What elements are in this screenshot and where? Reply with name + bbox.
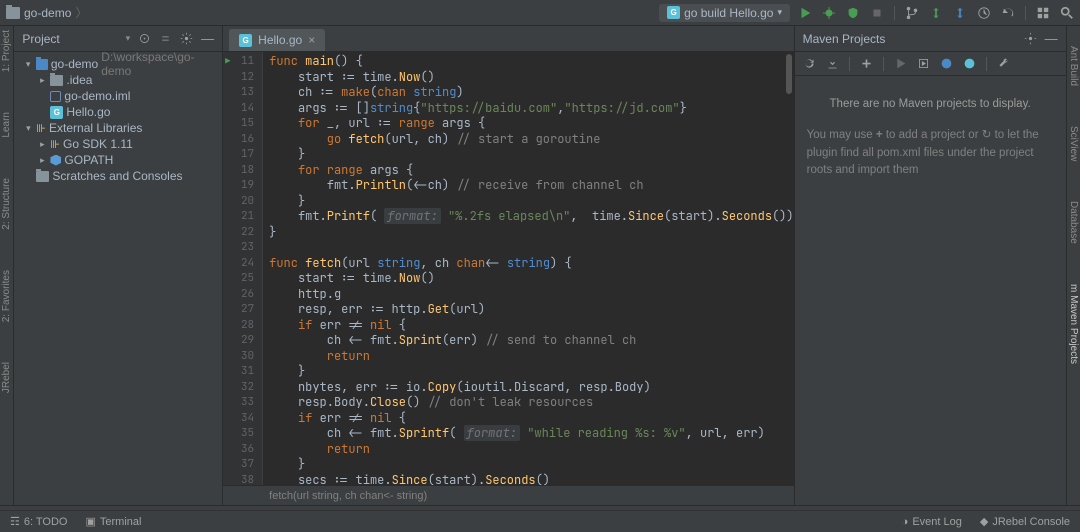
wrench-icon[interactable] xyxy=(997,57,1010,70)
toggle-skip-icon[interactable] xyxy=(940,57,953,70)
hide-icon[interactable]: — xyxy=(1045,31,1058,46)
debug-icon[interactable] xyxy=(822,6,836,20)
chevron-down-icon: ▾ xyxy=(777,7,782,18)
git-commit-icon[interactable] xyxy=(929,6,943,20)
refresh-icon[interactable]: ↻ xyxy=(982,129,992,141)
code-editor[interactable]: ▶ 11121314151617181920212223242526272829… xyxy=(223,52,793,485)
tree-item[interactable]: Scratches and Consoles xyxy=(14,168,222,184)
tree-item[interactable]: ▸⊪Go SDK 1.11 xyxy=(14,136,222,152)
rail-database[interactable]: Database xyxy=(1068,201,1079,244)
offline-icon[interactable] xyxy=(963,57,976,70)
status-jrebel[interactable]: ◆ JRebel Console xyxy=(980,515,1070,528)
maven-hint: You may use + to add a project or ↻ to l… xyxy=(807,127,1054,179)
status-bar: ☶ 6: TODO ▣ Terminal ◑ Event Log ◆ JRebe… xyxy=(0,510,1080,532)
refresh-icon[interactable] xyxy=(803,57,816,70)
rail-ant[interactable]: Ant Build xyxy=(1068,46,1079,86)
revert-icon[interactable] xyxy=(1001,6,1015,20)
maven-pane-header: Maven Projects — xyxy=(795,26,1066,52)
project-structure-icon[interactable] xyxy=(1036,6,1050,20)
editor-area: G Hello.go × ▶ 1112131415161718192021222… xyxy=(223,26,793,505)
stop-icon[interactable] xyxy=(870,6,884,20)
status-eventlog[interactable]: ◑ Event Log xyxy=(902,516,962,528)
rail-maven[interactable]: m Maven Projects xyxy=(1068,284,1079,364)
collapse-icon[interactable] xyxy=(159,32,172,45)
target-icon[interactable] xyxy=(138,32,151,45)
tree-item[interactable]: GHello.go xyxy=(14,104,222,120)
add-icon[interactable] xyxy=(860,57,873,70)
gear-icon[interactable] xyxy=(180,32,193,45)
run-gutter-icon[interactable]: ▶ xyxy=(225,54,230,70)
project-pane-title[interactable]: Project xyxy=(22,32,117,46)
close-icon[interactable]: × xyxy=(308,33,315,47)
gear-icon[interactable] xyxy=(1024,32,1037,45)
project-tool-window: Project ▾ — ▾go-demo D:\workspace\go-dem… xyxy=(14,26,223,505)
execute-icon[interactable] xyxy=(917,57,930,70)
editor-tabs: G Hello.go × xyxy=(223,26,793,52)
add-icon[interactable]: + xyxy=(876,129,883,141)
run-config-label: go build Hello.go xyxy=(684,6,773,20)
maven-title: Maven Projects xyxy=(803,32,1016,46)
left-tool-rail: 1: Project Learn 2: Structure 2: Favorit… xyxy=(0,26,14,505)
tab-hello[interactable]: G Hello.go × xyxy=(229,29,325,51)
rail-learn[interactable]: Learn xyxy=(1,112,12,138)
code-content[interactable]: func main() { start := time.Now() ch := … xyxy=(263,52,793,485)
rail-favorites[interactable]: 2: Favorites xyxy=(1,270,12,322)
rail-sciview[interactable]: SciView xyxy=(1068,126,1079,161)
search-icon[interactable] xyxy=(1060,6,1074,20)
right-tool-rail: Ant Build SciView Database m Maven Proje… xyxy=(1066,26,1080,505)
go-icon: G xyxy=(239,34,252,47)
history-icon[interactable] xyxy=(977,6,991,20)
project-pane-header: Project ▾ — xyxy=(14,26,222,52)
coverage-icon[interactable] xyxy=(846,6,860,20)
status-todo[interactable]: ☶ 6: TODO xyxy=(10,515,67,528)
run-icon[interactable] xyxy=(894,57,907,70)
rail-structure[interactable]: 2: Structure xyxy=(1,178,12,230)
tree-item[interactable]: ▾go-demo D:\workspace\go-demo xyxy=(14,56,222,72)
maven-empty-text: There are no Maven projects to display. xyxy=(807,96,1054,113)
rail-jrebel[interactable]: JRebel xyxy=(1,362,12,393)
scrollbar[interactable] xyxy=(786,54,792,94)
tree-item[interactable]: go-demo.iml xyxy=(14,88,222,104)
maven-body: There are no Maven projects to display. … xyxy=(795,76,1066,505)
maven-tool-window: Maven Projects — There are no Maven proj… xyxy=(794,26,1066,505)
editor-breadcrumb[interactable]: fetch(url string, ch chan<- string) xyxy=(223,485,793,505)
gutter[interactable]: ▶ 11121314151617181920212223242526272829… xyxy=(223,52,263,485)
folder-icon xyxy=(6,7,20,19)
navigation-bar: go-demo 〉 G go build Hello.go ▾ xyxy=(0,0,1080,26)
tree-item[interactable]: ▸GOPATH xyxy=(14,152,222,168)
tree-item[interactable]: ▾⊪External Libraries xyxy=(14,120,222,136)
breadcrumb[interactable]: go-demo 〉 xyxy=(6,4,87,21)
project-name: go-demo xyxy=(24,6,71,20)
tab-label: Hello.go xyxy=(258,33,302,47)
git-branch-icon[interactable] xyxy=(905,6,919,20)
run-icon[interactable] xyxy=(798,6,812,20)
chevron-down-icon[interactable]: ▾ xyxy=(126,33,131,44)
run-configuration-selector[interactable]: G go build Hello.go ▾ xyxy=(659,4,790,22)
status-terminal[interactable]: ▣ Terminal xyxy=(85,515,141,528)
maven-toolbar xyxy=(795,52,1066,76)
hide-icon[interactable]: — xyxy=(201,31,214,46)
download-icon[interactable] xyxy=(826,57,839,70)
git-pull-icon[interactable] xyxy=(953,6,967,20)
rail-project[interactable]: 1: Project xyxy=(1,30,12,72)
go-icon: G xyxy=(667,6,680,19)
project-tree[interactable]: ▾go-demo D:\workspace\go-demo▸.ideago-de… xyxy=(14,52,222,505)
